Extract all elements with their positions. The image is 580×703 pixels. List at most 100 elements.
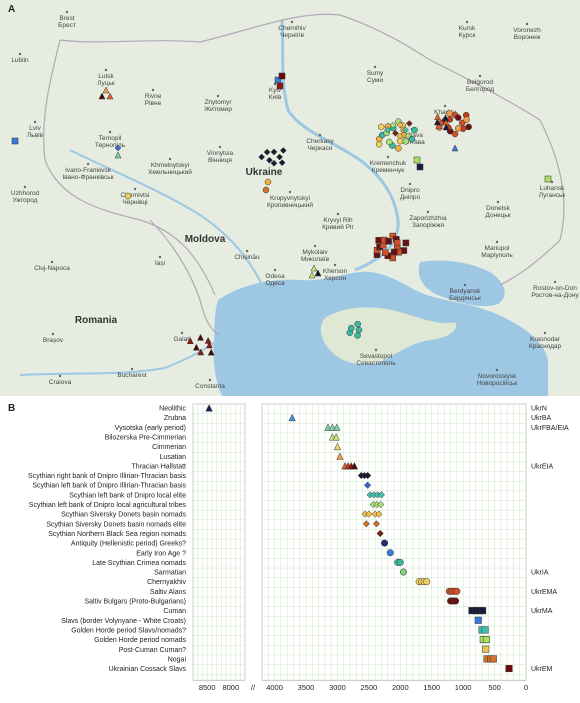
row-label: Saltiv Bulgars (Proto-Bulgarians) bbox=[84, 599, 186, 606]
timeline-chart: B Neolithic Zrubna Vysotska (early period)… bbox=[8, 403, 569, 692]
city-dot bbox=[333, 263, 337, 267]
period-label: UkrN bbox=[531, 406, 547, 413]
city-dot bbox=[373, 65, 377, 69]
city-label: Donetsk Донецьк bbox=[485, 205, 510, 219]
marker-circle bbox=[354, 332, 361, 339]
marker-circle bbox=[355, 326, 363, 334]
city-dot bbox=[463, 283, 467, 287]
city-label: Sevastopol Севастополь bbox=[356, 353, 396, 367]
data-point bbox=[363, 481, 372, 489]
data-point bbox=[377, 491, 386, 499]
city-label: Odesa Одеса bbox=[265, 273, 285, 287]
row-label: Saltiv Alans bbox=[150, 589, 187, 596]
x-tick-label: 4000 bbox=[266, 683, 283, 692]
city-label: Bucharest bbox=[117, 372, 146, 379]
city-dot bbox=[58, 374, 62, 378]
city-dot bbox=[273, 268, 277, 272]
city-dot bbox=[168, 157, 172, 161]
city-label: Chișinău bbox=[234, 254, 260, 261]
city-dot bbox=[374, 348, 378, 352]
city-label: Rostov-on-Don Ростов-на-Дону bbox=[531, 285, 579, 299]
data-point bbox=[386, 549, 394, 557]
city-label: Lutsk Луцьк bbox=[97, 73, 115, 87]
city-label: Khmelnytskyi Хмельницький bbox=[148, 162, 192, 176]
city-label: Chernivtsi Чернівці bbox=[121, 192, 150, 206]
city-dot bbox=[553, 280, 557, 284]
marker-circle bbox=[348, 324, 355, 332]
row-label: Golden Horde period nomads bbox=[94, 637, 186, 644]
x-tick-label: 500 bbox=[488, 683, 501, 692]
period-label: UkrBA bbox=[531, 415, 552, 422]
data-point bbox=[372, 520, 381, 528]
city-label: Berdyansk Бердянськ bbox=[449, 288, 481, 302]
row-label: Cuman bbox=[163, 608, 186, 615]
city-dot bbox=[386, 155, 390, 159]
data-point bbox=[479, 607, 487, 615]
marker-square bbox=[278, 72, 286, 80]
data-point bbox=[333, 423, 341, 431]
row-label: Late Scythian Crimea nomads bbox=[92, 560, 186, 567]
row-label: Lusatian bbox=[160, 454, 187, 461]
city-dot bbox=[495, 240, 499, 244]
city-label: Kryvyi Rih Кривий Ріг bbox=[322, 217, 354, 231]
row-label: Thracian Hallstatt bbox=[132, 463, 187, 470]
period-label: UkrEIA bbox=[531, 463, 554, 470]
row-label: Golden Horde period Slavs/nomads? bbox=[71, 627, 186, 634]
row-label: Sarmatian bbox=[154, 570, 186, 577]
data-point bbox=[505, 665, 513, 673]
marker-circle bbox=[386, 138, 393, 146]
city-dot bbox=[426, 210, 430, 214]
data-point bbox=[474, 616, 482, 624]
marker-circle bbox=[262, 186, 270, 194]
row-label: Chernyakhiv bbox=[147, 579, 186, 586]
x-tick-label: 8500 bbox=[199, 683, 216, 692]
marker-square bbox=[402, 239, 410, 247]
row-label: Ukrainian Cossack Slavs bbox=[109, 666, 187, 673]
marker-square bbox=[276, 82, 284, 90]
city-dot bbox=[495, 368, 499, 372]
city-label: Cherkasy Черкаси bbox=[306, 138, 334, 152]
city-dot bbox=[336, 212, 340, 216]
city-label: Kropyvnytskyi Кропивницький bbox=[267, 195, 313, 209]
row-label: Zrubna bbox=[164, 415, 186, 422]
city-dot bbox=[18, 52, 22, 56]
city-dot bbox=[245, 249, 249, 253]
left-frame bbox=[192, 403, 246, 681]
city-label: Cluj-Napoca bbox=[34, 265, 70, 272]
marker-square bbox=[416, 163, 424, 171]
city-label: Voronezh Воронеж bbox=[513, 27, 541, 41]
city-label: Rivne Рівне bbox=[145, 93, 162, 107]
data-point bbox=[365, 510, 373, 518]
x-tick-label: 3500 bbox=[298, 683, 315, 692]
row-label: Nogai bbox=[168, 656, 187, 663]
city-dot bbox=[496, 200, 500, 204]
city-label: Belgorod Белгород bbox=[466, 79, 494, 93]
city-dot bbox=[478, 74, 482, 78]
row-label: Scythian left bank of Dnipro local agric… bbox=[29, 502, 187, 509]
city-label: Luhansk Луганськ bbox=[539, 185, 566, 199]
city-label: Lublin bbox=[11, 57, 29, 64]
marker-circle bbox=[463, 116, 470, 123]
city-label: Vinnytsia Вінниця bbox=[207, 150, 234, 164]
city-dot bbox=[151, 88, 155, 92]
row-label: Scythian left bank of Dnipro local elite bbox=[69, 492, 186, 499]
marker-circle bbox=[454, 125, 462, 132]
map-panel: A Brest Брест Lublin Lutsk Луцьк Chernihiv Чер… bbox=[0, 0, 580, 396]
period-label: UkrIA bbox=[531, 570, 549, 577]
x-tick-label: 2500 bbox=[361, 683, 378, 692]
city-label: Ivano-Frankivsk Івано-Франківськ bbox=[62, 167, 113, 181]
city-label: Kremenchuk Кременчук bbox=[370, 160, 407, 174]
city-dot bbox=[104, 68, 108, 72]
city-label: Zaporizhzhia Запоріжжя bbox=[409, 215, 447, 229]
marker-circle bbox=[402, 138, 410, 145]
city-label: Brașov bbox=[43, 337, 64, 344]
marker-circle bbox=[395, 145, 402, 152]
marker-square bbox=[390, 248, 398, 256]
data-point bbox=[399, 568, 407, 576]
city-dot bbox=[158, 255, 162, 259]
city-dot bbox=[443, 104, 447, 108]
row-label: Scythian Siversky Donets basin nomads el… bbox=[46, 521, 186, 528]
city-label: Dnipro Дніпро bbox=[400, 187, 421, 201]
city-dot bbox=[23, 185, 27, 189]
city-dot bbox=[465, 20, 469, 24]
